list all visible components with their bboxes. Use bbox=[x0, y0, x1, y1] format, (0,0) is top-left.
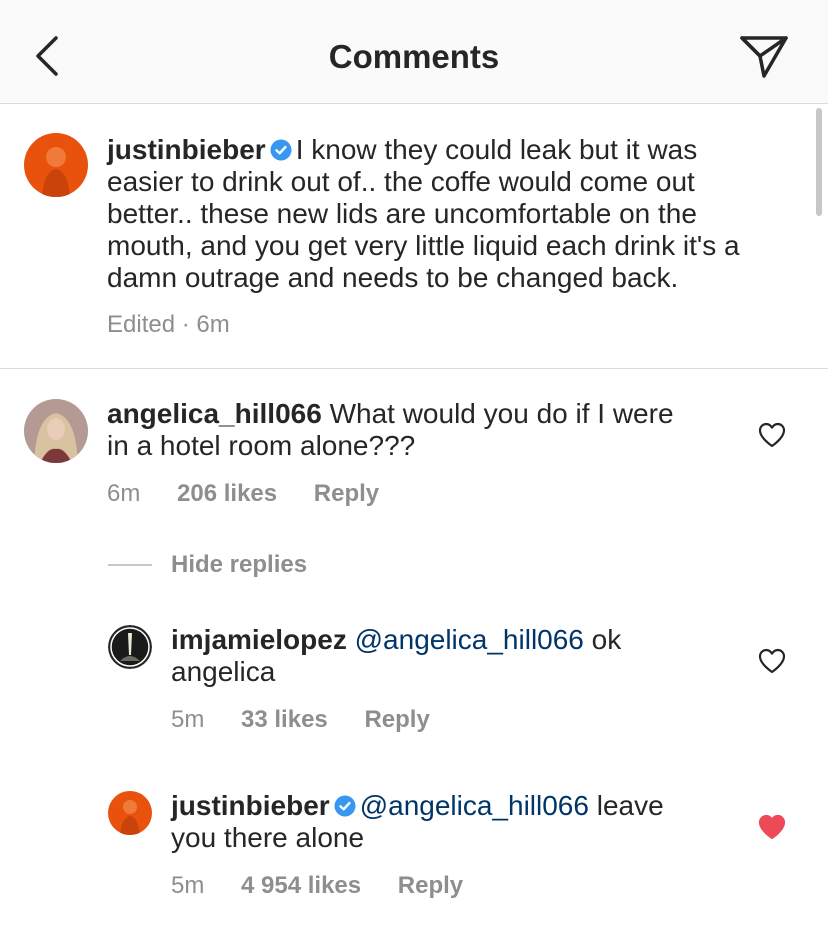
reply-button[interactable]: Reply bbox=[314, 480, 379, 507]
username[interactable]: angelica_hill066 bbox=[107, 398, 322, 429]
reply-line: you there alone bbox=[171, 822, 365, 853]
scrollbar[interactable] bbox=[816, 108, 822, 216]
hide-replies-button[interactable]: Hide replies bbox=[171, 551, 307, 579]
reply-line: ok bbox=[591, 624, 622, 655]
header-bar: Comments bbox=[0, 0, 828, 104]
caption-line: I know they could leak but it was bbox=[295, 134, 698, 165]
comment-line: What would you do if I were bbox=[329, 398, 674, 429]
divider bbox=[0, 368, 828, 369]
caption-line: better.. these new lids are uncomfortabl… bbox=[107, 198, 697, 229]
reply-text: imjamielopez @angelica_hill066 ok angeli… bbox=[171, 624, 751, 688]
heart-filled-icon[interactable] bbox=[758, 814, 786, 840]
heart-icon[interactable] bbox=[758, 422, 786, 448]
reply-meta: 5m 33 likes Reply bbox=[171, 706, 460, 734]
verified-badge-icon bbox=[270, 139, 292, 161]
comment-text: angelica_hill066 What would you do if I … bbox=[107, 398, 747, 462]
hide-replies-line bbox=[108, 564, 152, 566]
reply-meta: 5m 4 954 likes Reply bbox=[171, 872, 493, 900]
verified-badge-icon bbox=[334, 795, 356, 817]
direct-send-icon[interactable] bbox=[738, 34, 790, 80]
caption-line: mouth, and you get very little liquid ea… bbox=[107, 230, 740, 261]
reply-line: angelica bbox=[171, 656, 276, 687]
avatar[interactable] bbox=[24, 133, 88, 197]
caption-text: justinbieber I know they could leak but i… bbox=[107, 134, 797, 294]
heart-icon[interactable] bbox=[758, 648, 786, 674]
likes-count[interactable]: 4 954 likes bbox=[241, 872, 361, 899]
likes-count[interactable]: 33 likes bbox=[241, 706, 328, 733]
reply-line: leave bbox=[596, 790, 664, 821]
comment-line: in a hotel room alone??? bbox=[107, 430, 416, 461]
mention-link[interactable]: @angelica_hill066 bbox=[360, 790, 589, 821]
mention-link[interactable]: @angelica_hill066 bbox=[355, 624, 584, 655]
username[interactable]: imjamielopez bbox=[171, 624, 347, 655]
reply-button[interactable]: Reply bbox=[398, 872, 463, 899]
reply-text: justinbieber @angelica_hill066 leave you … bbox=[171, 790, 751, 854]
timestamp: 5m bbox=[171, 706, 205, 733]
avatar[interactable] bbox=[108, 791, 152, 835]
caption-line: easier to drink out of.. the coffe would… bbox=[107, 166, 695, 197]
avatar[interactable] bbox=[108, 625, 152, 669]
timestamp: 5m bbox=[171, 872, 205, 899]
reply-button[interactable]: Reply bbox=[364, 706, 429, 733]
username[interactable]: justinbieber bbox=[171, 790, 330, 821]
username[interactable]: justinbieber bbox=[107, 134, 266, 165]
timestamp: 6m bbox=[107, 480, 141, 507]
caption-meta: Edited · 6m bbox=[107, 311, 230, 338]
page-title: Comments bbox=[328, 38, 500, 75]
comment-meta: 6m 206 likes Reply bbox=[107, 480, 409, 508]
avatar[interactable] bbox=[24, 399, 88, 463]
likes-count[interactable]: 206 likes bbox=[177, 480, 277, 507]
caption-line: damn outrage and needs to be changed bac… bbox=[107, 262, 679, 293]
